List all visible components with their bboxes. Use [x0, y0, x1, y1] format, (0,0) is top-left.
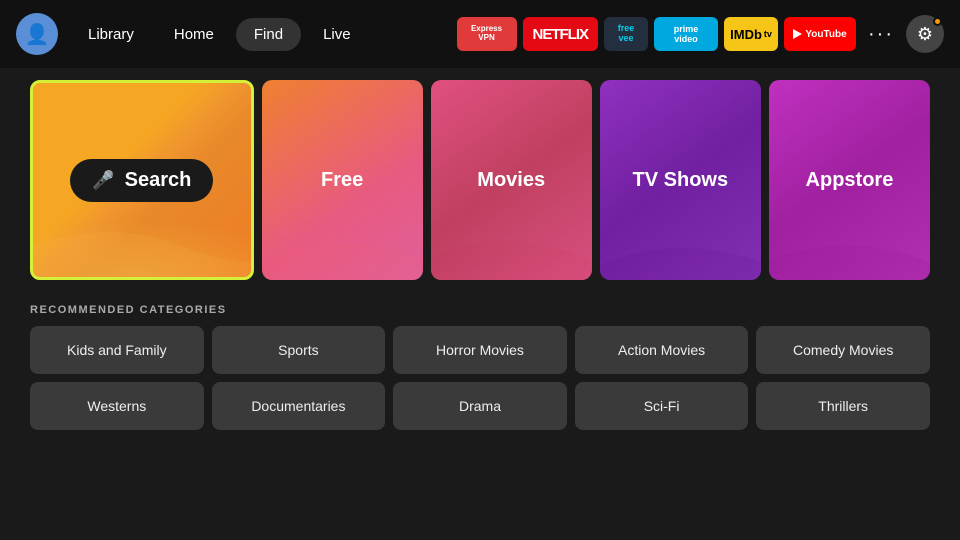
search-button[interactable]: 🎤 Search [70, 159, 213, 202]
tv-shows-tile[interactable]: TV Shows [600, 80, 761, 280]
movies-tile[interactable]: Movies [431, 80, 592, 280]
settings-button[interactable]: ⚙ [906, 15, 944, 53]
freevee-badge[interactable]: freevee [604, 17, 648, 51]
youtube-badge[interactable]: YouTube [784, 17, 856, 51]
category-drama[interactable]: Drama [393, 382, 567, 430]
category-row-2: Westerns Documentaries Drama Sci-Fi Thri… [30, 382, 930, 430]
top-nav: 👤 Library Home Find Live ExpressVPN NETF… [0, 0, 960, 68]
category-documentaries[interactable]: Documentaries [212, 382, 386, 430]
section-title: RECOMMENDED CATEGORIES [30, 304, 930, 316]
user-avatar[interactable]: 👤 [16, 13, 58, 55]
category-kids-family[interactable]: Kids and Family [30, 326, 204, 374]
nav-live[interactable]: Live [305, 18, 369, 51]
nav-find[interactable]: Find [236, 18, 301, 51]
wave-decoration [33, 217, 254, 277]
microphone-icon: 🎤 [92, 170, 114, 191]
category-action-movies[interactable]: Action Movies [575, 326, 749, 374]
category-thrillers[interactable]: Thrillers [756, 382, 930, 430]
appstore-tile[interactable]: Appstore [769, 80, 930, 280]
category-sports[interactable]: Sports [212, 326, 386, 374]
category-scifi[interactable]: Sci-Fi [575, 382, 749, 430]
recommended-section: RECOMMENDED CATEGORIES Kids and Family S… [0, 304, 960, 430]
category-westerns[interactable]: Westerns [30, 382, 204, 430]
category-row-1: Kids and Family Sports Horror Movies Act… [30, 326, 930, 374]
more-apps-button[interactable]: ··· [862, 23, 900, 46]
free-tile[interactable]: Free [262, 80, 423, 280]
expressvpn-badge[interactable]: ExpressVPN [457, 17, 517, 51]
settings-notification-dot [933, 17, 942, 26]
nav-links: Library Home Find Live [70, 18, 369, 51]
search-tile[interactable]: 🎤 Search [30, 80, 254, 280]
netflix-badge[interactable]: NETFLIX [523, 17, 599, 51]
wave-decoration [262, 220, 423, 280]
main-content: 🎤 Search Free Movies TV Shows [0, 68, 960, 290]
category-grid: Kids and Family Sports Horror Movies Act… [30, 326, 930, 430]
wave-decoration [769, 220, 930, 280]
free-label: Free [321, 169, 363, 192]
wave-decoration [600, 220, 761, 280]
movies-label: Movies [477, 169, 545, 192]
nav-library[interactable]: Library [70, 18, 152, 51]
youtube-icon [793, 26, 802, 42]
appstore-label: Appstore [806, 169, 894, 192]
app-icons-bar: ExpressVPN NETFLIX freevee primevideo IM… [457, 15, 944, 53]
nav-home[interactable]: Home [156, 18, 232, 51]
prime-video-badge[interactable]: primevideo [654, 17, 718, 51]
search-label: Search [125, 169, 192, 192]
wave-decoration [431, 220, 592, 280]
imdb-badge[interactable]: IMDb tv [724, 17, 778, 51]
category-horror-movies[interactable]: Horror Movies [393, 326, 567, 374]
category-comedy-movies[interactable]: Comedy Movies [756, 326, 930, 374]
category-tiles-row: 🎤 Search Free Movies TV Shows [30, 80, 930, 280]
tvshows-label: TV Shows [633, 169, 729, 192]
